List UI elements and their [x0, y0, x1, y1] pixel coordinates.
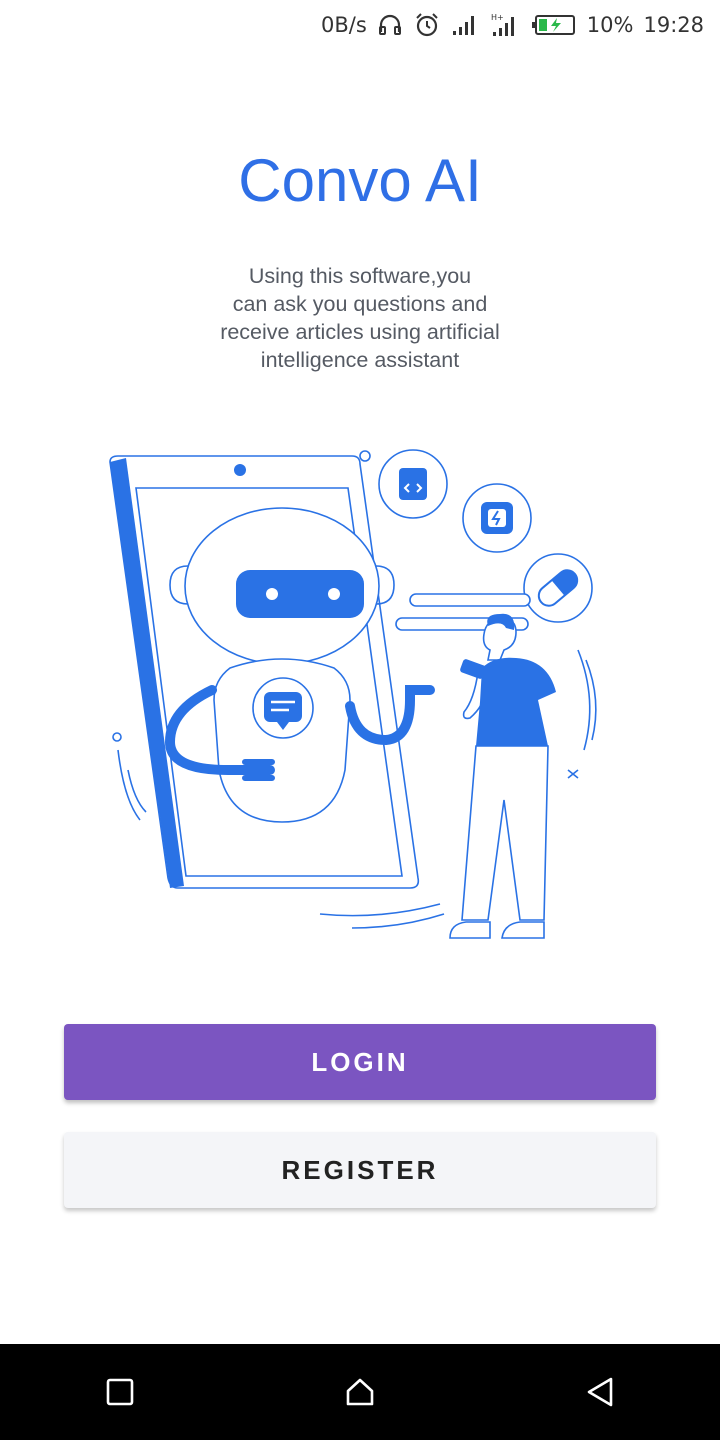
battery-percent: 10%: [586, 13, 634, 37]
system-nav-bar: [0, 1344, 720, 1440]
register-button[interactable]: REGISTER: [64, 1132, 656, 1208]
app-description: Using this software,you can ask you ques…: [180, 262, 540, 374]
app-title: Convo AI: [238, 147, 482, 214]
signal-hd-icon: H+: [491, 12, 521, 38]
robot-assistant-illustration: [100, 440, 620, 960]
status-bar: 0B/s H+ 10% 19:28: [0, 0, 720, 50]
alarm-icon: [413, 11, 441, 39]
description-line: intelligence assistant: [260, 348, 460, 372]
login-button[interactable]: LOGIN: [64, 1024, 656, 1100]
network-speed: 0B/s: [320, 13, 367, 37]
headphones-icon: [377, 12, 403, 38]
home-icon[interactable]: [330, 1362, 390, 1422]
clock: 19:28: [643, 13, 704, 37]
recent-apps-icon[interactable]: [90, 1362, 150, 1422]
description-line: can ask you questions and: [232, 292, 488, 316]
battery-charging-icon: [531, 14, 577, 36]
description-line: Using this software,you: [248, 264, 472, 288]
svg-text:H+: H+: [491, 13, 504, 22]
signal-icon: [451, 13, 481, 37]
description-line: receive articles using artificial: [220, 320, 500, 344]
back-icon[interactable]: [570, 1362, 630, 1422]
